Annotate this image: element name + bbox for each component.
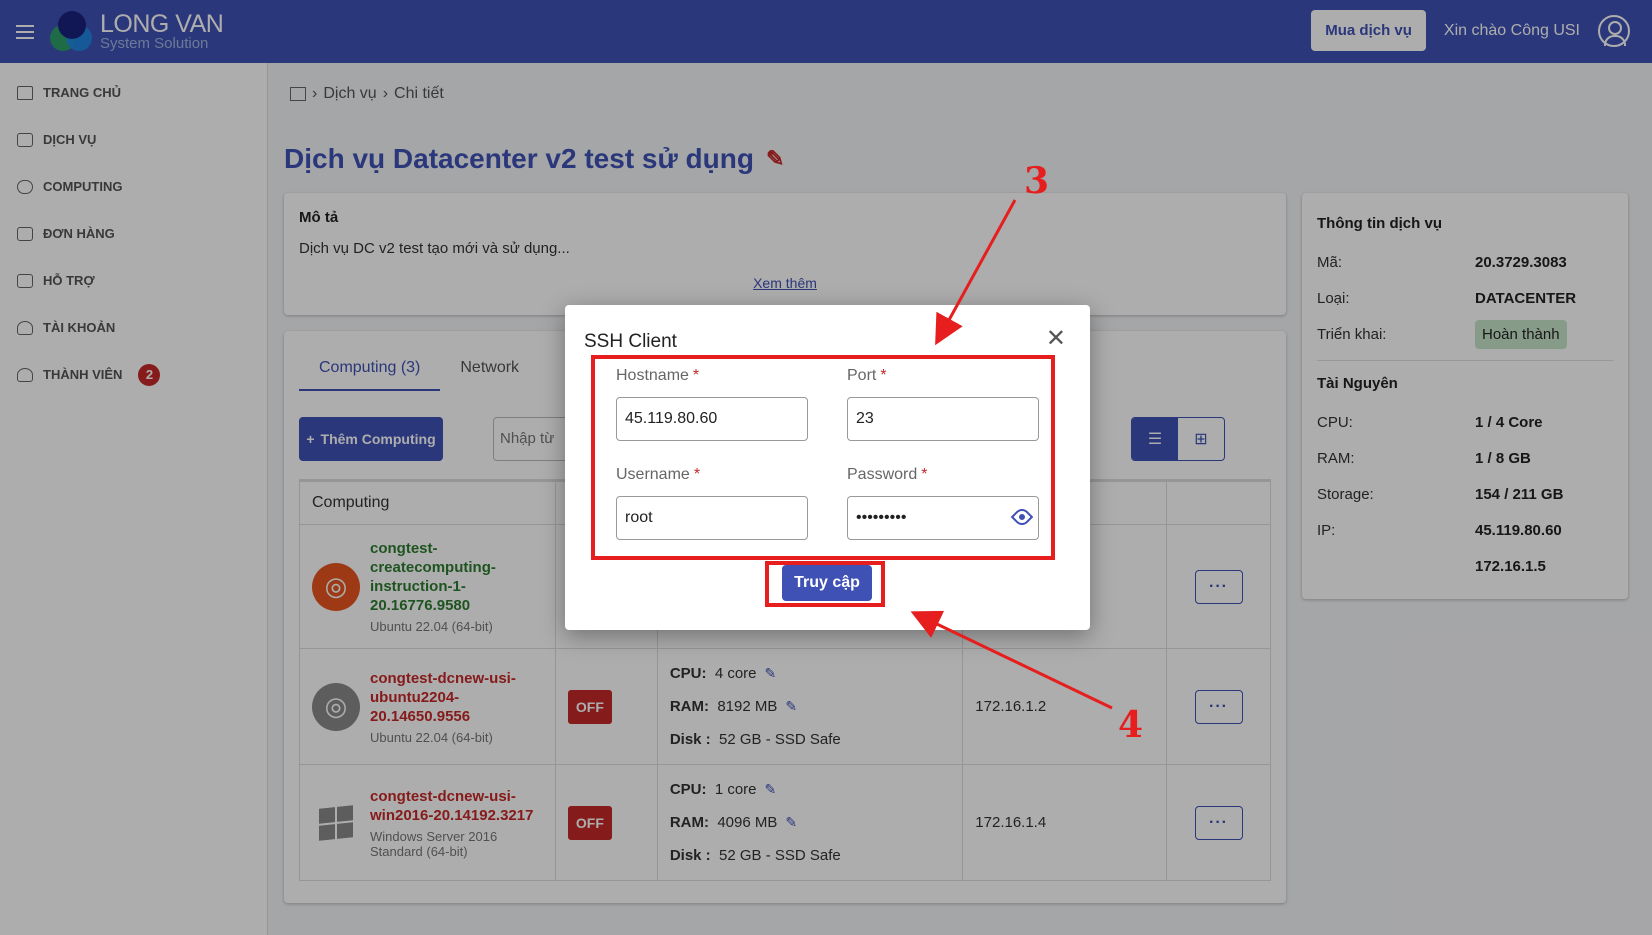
annotation-arrows (910, 199, 1113, 710)
arrow-to-button (910, 610, 1113, 710)
arrow-to-fields (935, 199, 1017, 346)
